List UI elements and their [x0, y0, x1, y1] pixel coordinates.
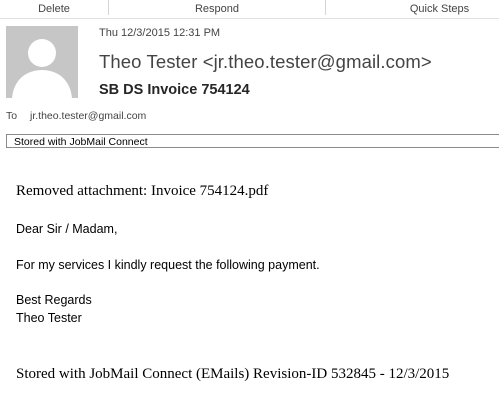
- ribbon-group-respond: Respond: [194, 3, 240, 15]
- removed-attachment-note: Removed attachment: Invoice 754124.pdf: [16, 183, 269, 199]
- message-date: Thu 12/3/2015 12:31 PM: [99, 27, 221, 39]
- message-subject: SB DS Invoice 754124: [99, 82, 250, 98]
- ribbon-group-quick-steps: Quick Steps: [409, 3, 470, 15]
- body-request: For my services I kindly request the fol…: [16, 258, 320, 272]
- recipient-row: To jr.theo.tester@gmail.com: [6, 110, 146, 122]
- sender-name[interactable]: Theo Tester <jr.theo.tester@gmail.com>: [99, 51, 432, 73]
- person-silhouette-icon: [6, 26, 78, 98]
- info-banner[interactable]: Stored with JobMail Connect: [6, 134, 499, 148]
- to-label: To: [6, 110, 18, 122]
- to-address[interactable]: jr.theo.tester@gmail.com: [30, 110, 146, 122]
- body-closing: Best Regards: [16, 293, 92, 307]
- stored-footer: Stored with JobMail Connect (EMails) Rev…: [16, 366, 450, 382]
- ribbon-group-delete: Delete: [38, 3, 70, 15]
- sender-avatar[interactable]: [6, 26, 78, 98]
- body-signature: Theo Tester: [16, 311, 82, 325]
- body-greeting: Dear Sir / Madam,: [16, 222, 118, 236]
- ribbon-group-labels: Delete Respond Quick Steps: [0, 0, 499, 19]
- ribbon-separator: [325, 0, 326, 15]
